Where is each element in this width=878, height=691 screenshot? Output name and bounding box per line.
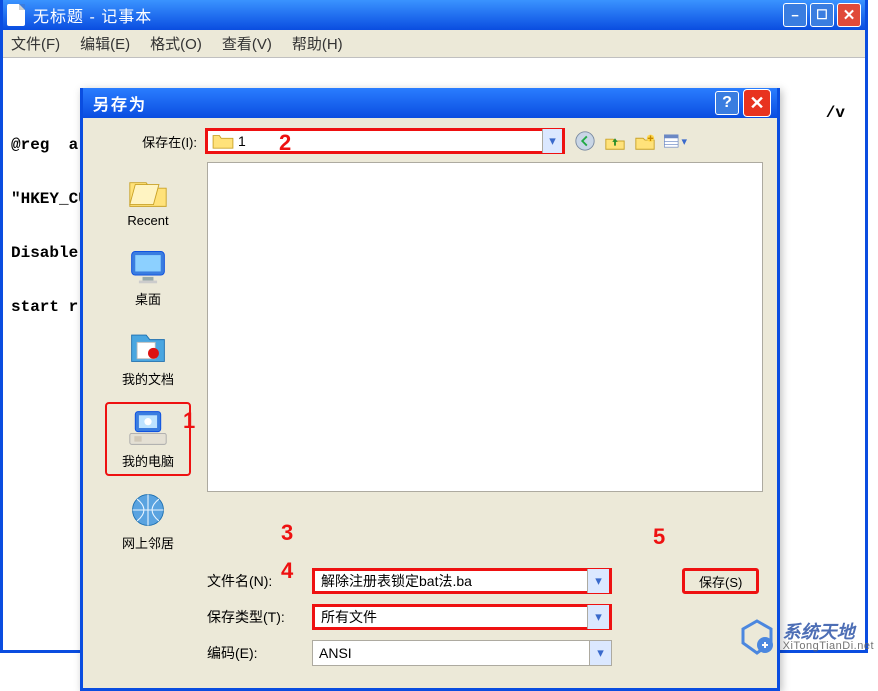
save-in-row: 保存在(I): 1 ▾ ▾ [97,128,763,154]
window-controls: − ☐ ✕ [783,3,861,27]
desktop-icon [126,246,170,286]
place-label: 网上邻居 [122,533,174,552]
filename-combo[interactable]: ▾ [312,568,612,594]
encoding-combo[interactable]: ANSI ▾ [312,640,612,666]
watermark-text: 系统天地 XiTongTianDi.net [783,623,874,652]
nav-icons: ▾ [573,129,687,153]
filename-input[interactable] [315,573,587,589]
editor-line: start r [11,298,88,316]
annotation-3: 3 [281,520,293,546]
annotation-5: 5 [653,524,665,550]
editor-line: Disable [11,244,88,262]
save-in-label: 保存在(I): [97,132,197,151]
mycomputer-icon [126,408,170,448]
file-list[interactable] [207,162,763,492]
window-title: 无标题 - 记事本 [33,3,783,27]
filetype-row: 保存类型(T): 所有文件 ▾ [207,604,763,630]
watermark-line1: 系统天地 [783,623,874,641]
places-bar: Recent 桌面 我的文档 [97,162,199,560]
dialog-close-button[interactable]: ✕ [743,89,771,117]
chevron-down-icon: ▾ [681,135,687,148]
help-button[interactable]: ? [715,91,739,115]
minimize-button[interactable]: − [783,3,807,27]
network-icon [126,490,170,530]
place-label: Recent [127,213,168,228]
encoding-dropdown-arrow[interactable]: ▾ [589,641,611,665]
annotation-1: 1 [183,408,195,434]
main-titlebar: 无标题 - 记事本 − ☐ ✕ [3,0,865,30]
mydocs-icon [126,326,170,366]
place-mycomputer[interactable]: 我的电脑 [105,402,191,476]
dialog-body: 保存在(I): 1 ▾ ▾ [83,118,777,688]
menubar: 文件(F) 编辑(E) 格式(O) 查看(V) 帮助(H) [3,30,865,58]
filetype-value: 所有文件 [315,607,587,627]
new-folder-icon[interactable] [633,129,657,153]
save-as-dialog: 另存为 ? ✕ 保存在(I): 1 ▾ [80,88,780,691]
menu-format[interactable]: 格式(O) [150,33,202,54]
dialog-title: 另存为 [89,91,715,115]
close-button[interactable]: ✕ [837,3,861,27]
location-dropdown-arrow[interactable]: ▾ [542,129,562,153]
encoding-label: 编码(E): [207,643,302,663]
back-icon[interactable] [573,129,597,153]
dialog-titlebar: 另存为 ? ✕ [83,88,777,118]
editor-tail: /v [826,104,845,122]
watermark-icon [737,617,777,657]
encoding-row: 编码(E): ANSI ▾ [207,640,763,666]
folder-icon [212,132,234,150]
location-combo[interactable]: 1 ▾ [205,128,565,154]
up-icon[interactable] [603,129,627,153]
filename-dropdown-arrow[interactable]: ▾ [587,569,609,593]
place-network[interactable]: 网上邻居 [105,486,191,556]
maximize-button[interactable]: ☐ [810,3,834,27]
menu-view[interactable]: 查看(V) [222,33,272,54]
save-button[interactable]: 保存(S) [682,568,759,594]
place-label: 桌面 [135,289,161,308]
place-label: 我的文档 [122,369,174,388]
dialog-mid: Recent 桌面 我的文档 [97,162,763,560]
annotation-2: 2 [279,130,291,156]
menu-file[interactable]: 文件(F) [11,33,60,54]
view-mode-icon[interactable]: ▾ [663,129,687,153]
place-label: 我的电脑 [122,451,174,470]
menu-help[interactable]: 帮助(H) [292,33,343,54]
menu-edit[interactable]: 编辑(E) [80,33,130,54]
editor-line: @reg a [11,136,88,154]
recent-icon [126,170,170,210]
notepad-icon [7,4,25,26]
filetype-dropdown-arrow[interactable]: ▾ [587,605,609,629]
watermark-line2: XiTongTianDi.net [783,641,874,652]
place-mydocs[interactable]: 我的文档 [105,322,191,392]
watermark: 系统天地 XiTongTianDi.net [737,617,874,657]
place-recent[interactable]: Recent [105,166,191,232]
filetype-label: 保存类型(T): [207,607,302,627]
place-desktop[interactable]: 桌面 [105,242,191,312]
filetype-combo[interactable]: 所有文件 ▾ [312,604,612,630]
annotation-4: 4 [281,558,293,584]
editor-line: "HKEY_CU [11,190,88,208]
